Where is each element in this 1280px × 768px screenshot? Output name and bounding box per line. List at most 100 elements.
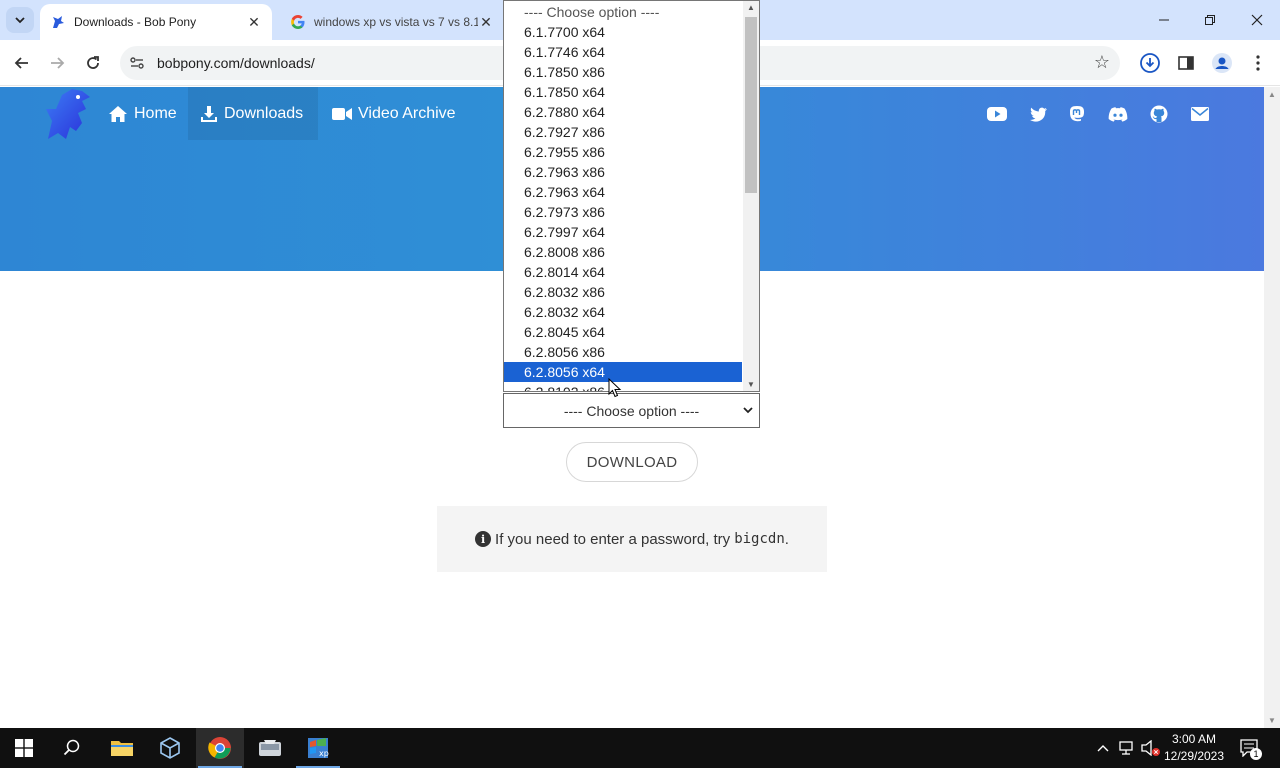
chrome-icon: [208, 737, 231, 759]
close-window-button[interactable]: [1234, 0, 1280, 40]
taskbar-clock[interactable]: 3:00 AM 12/29/2023: [1160, 731, 1228, 765]
dropdown-option[interactable]: 6.2.8045 x64: [504, 322, 742, 342]
search-icon: [63, 739, 80, 756]
dropdown-option[interactable]: 6.2.8032 x86: [504, 282, 742, 302]
dropdown-option[interactable]: 6.2.8008 x86: [504, 242, 742, 262]
tab-search-button[interactable]: [6, 7, 34, 33]
forward-button[interactable]: [44, 50, 70, 76]
dropdown-option[interactable]: 6.2.7963 x64: [504, 182, 742, 202]
minimize-button[interactable]: [1141, 0, 1187, 40]
dropdown-option[interactable]: 6.2.7997 x64: [504, 222, 742, 242]
nav-video-archive-label: Video Archive: [358, 104, 456, 122]
forward-arrow-icon: [51, 57, 65, 69]
info-suffix: .: [784, 530, 789, 548]
site-info-icon[interactable]: [128, 54, 146, 72]
nav-downloads-label: Downloads: [224, 104, 304, 122]
url-text[interactable]: bobpony.com/downloads/: [157, 55, 315, 71]
discord-icon[interactable]: [1108, 104, 1128, 124]
scroll-down-arrow-icon[interactable]: ▼: [1268, 716, 1276, 725]
dropdown-option[interactable]: 6.1.7746 x64: [504, 42, 742, 62]
tab-title: windows xp vs vista vs 7 vs 8.1 vs: [314, 15, 478, 29]
nav-home-label: Home: [134, 104, 177, 122]
dropdown-option[interactable]: 6.2.7973 x86: [504, 202, 742, 222]
menu-button[interactable]: [1246, 51, 1270, 75]
taskbar-file-explorer[interactable]: [98, 728, 146, 768]
password-hint: bigcdn: [734, 531, 785, 547]
chevron-down-icon: [15, 17, 25, 24]
more-vert-icon: [1256, 55, 1260, 71]
minimize-icon: [1159, 19, 1169, 21]
taskbar-app-xp[interactable]: xp: [294, 728, 342, 768]
taskbar-search-button[interactable]: [48, 728, 96, 768]
xp-mode-icon: xp: [308, 738, 329, 758]
mouse-pointer-icon: [608, 377, 622, 403]
tab-google-search[interactable]: windows xp vs vista vs 7 vs 8.1 vs ✕: [280, 4, 504, 40]
clock-time: 3:00 AM: [1171, 732, 1217, 746]
dropdown-option[interactable]: 6.2.7963 x86: [504, 162, 742, 182]
close-tab-icon[interactable]: ✕: [478, 14, 494, 30]
side-panel-button[interactable]: [1174, 51, 1198, 75]
version-select[interactable]: ---- Choose option ----: [503, 393, 760, 428]
reload-button[interactable]: [80, 50, 106, 76]
tab-title: Downloads - Bob Pony: [74, 15, 197, 29]
info-text: If you need to enter a password, try: [495, 530, 731, 548]
downloads-button[interactable]: [1138, 51, 1162, 75]
dropdown-option[interactable]: 6.2.8102 x86: [504, 382, 742, 391]
notification-center-button[interactable]: 1: [1236, 728, 1264, 768]
side-panel-icon: [1178, 56, 1194, 70]
download-icon: [200, 105, 218, 123]
dropdown-scrollbar[interactable]: ▲ ▼: [743, 1, 759, 391]
network-status[interactable]: [1116, 728, 1138, 768]
windows-taskbar: xp 3:00 AM 12/29/2023 1: [0, 728, 1280, 768]
back-button[interactable]: [9, 50, 35, 76]
twitter-icon[interactable]: [1028, 104, 1048, 124]
dropdown-option[interactable]: 6.2.8014 x64: [504, 262, 742, 282]
dropdown-option[interactable]: ---- Choose option ----: [504, 2, 742, 22]
bookmark-star-icon[interactable]: ☆: [1094, 52, 1110, 73]
dropdown-option[interactable]: 6.2.7927 x86: [504, 122, 742, 142]
dropdown-option[interactable]: 6.1.7700 x64: [504, 22, 742, 42]
version-dropdown-list[interactable]: ---- Choose option ---- 6.1.7700 x64 6.1…: [503, 0, 760, 392]
nav-downloads[interactable]: Downloads: [188, 87, 318, 140]
scroll-down-arrow-icon[interactable]: ▼: [747, 380, 755, 389]
windows-logo-icon: [15, 739, 33, 757]
disk-utility-icon: [259, 740, 281, 756]
nav-video-archive[interactable]: Video Archive: [320, 87, 468, 140]
dropdown-option-highlighted[interactable]: 6.2.8056 x64: [504, 362, 742, 382]
show-hidden-icons-button[interactable]: [1094, 728, 1112, 768]
profile-button[interactable]: [1210, 51, 1234, 75]
volume-status[interactable]: [1140, 728, 1162, 768]
github-icon[interactable]: [1149, 104, 1169, 124]
youtube-icon[interactable]: [987, 104, 1007, 124]
restore-icon: [1205, 15, 1215, 25]
tab-downloads[interactable]: Downloads - Bob Pony ✕: [40, 4, 272, 40]
dropdown-option[interactable]: 6.2.8056 x86: [504, 342, 742, 362]
download-button[interactable]: DOWNLOAD: [566, 442, 698, 482]
dropdown-option[interactable]: 6.1.7850 x86: [504, 62, 742, 82]
scroll-up-arrow-icon[interactable]: ▲: [747, 3, 755, 12]
home-icon: [108, 105, 128, 123]
dropdown-option[interactable]: 6.1.7850 x64: [504, 82, 742, 102]
taskbar-app-disk[interactable]: [246, 728, 294, 768]
folder-icon: [111, 741, 133, 756]
nav-home[interactable]: Home: [96, 87, 189, 140]
dropdown-scroll-thumb[interactable]: [745, 17, 757, 193]
scroll-up-arrow-icon[interactable]: ▲: [1268, 90, 1276, 99]
page-scrollbar[interactable]: ▲ ▼: [1264, 87, 1280, 728]
dropdown-option[interactable]: 6.2.7955 x86: [504, 142, 742, 162]
close-icon: [1251, 14, 1263, 26]
bobpony-logo[interactable]: [42, 87, 94, 141]
start-button[interactable]: [0, 728, 48, 768]
version-select-value: ---- Choose option ----: [563, 402, 700, 419]
close-tab-icon[interactable]: ✕: [246, 14, 262, 30]
dropdown-option[interactable]: 6.2.8032 x64: [504, 302, 742, 322]
google-favicon-icon: [290, 14, 306, 30]
mail-icon[interactable]: [1190, 104, 1210, 124]
video-camera-icon: [332, 107, 352, 121]
taskbar-chrome[interactable]: [196, 728, 244, 768]
taskbar-virtualbox[interactable]: [146, 728, 194, 768]
restore-button[interactable]: [1187, 0, 1233, 40]
network-icon: [1119, 741, 1133, 755]
dropdown-option[interactable]: 6.2.7880 x64: [504, 102, 742, 122]
mastodon-icon[interactable]: [1067, 104, 1087, 124]
